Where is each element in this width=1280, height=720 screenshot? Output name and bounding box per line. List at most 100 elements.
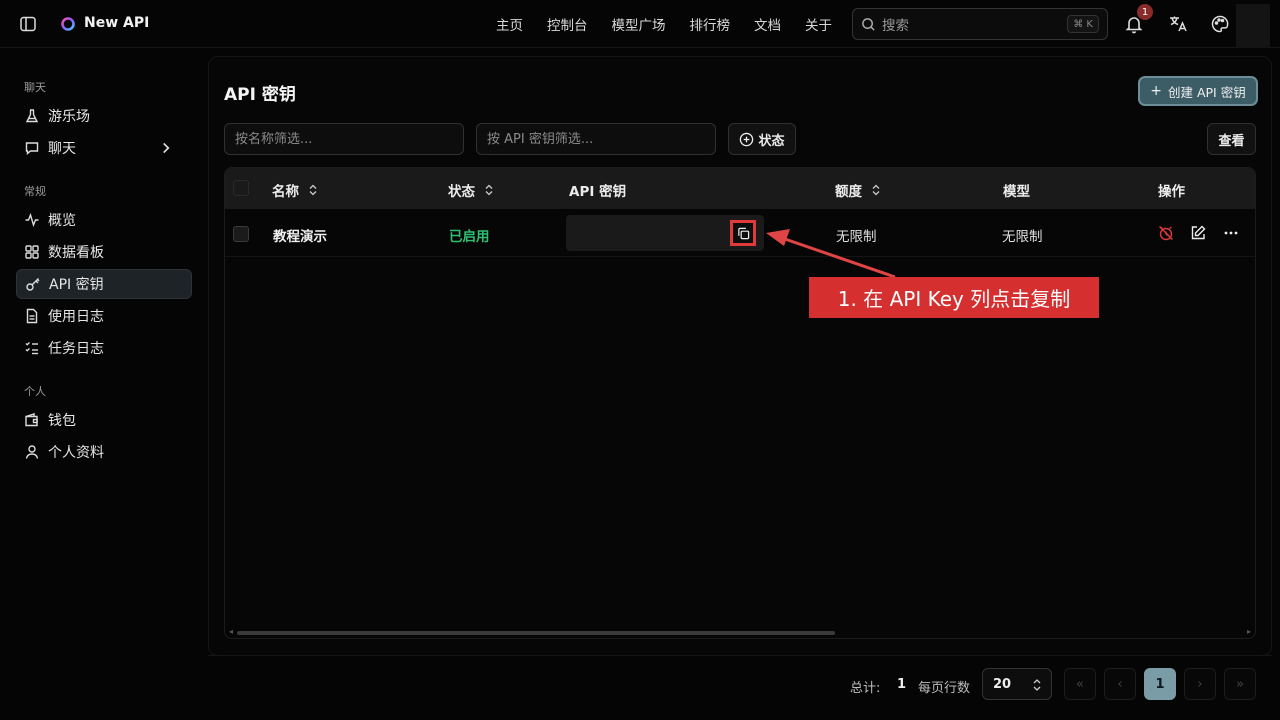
more-icon[interactable] [1222,224,1240,242]
select-all-checkbox[interactable] [233,180,249,196]
double-chevron-left-icon: « [1076,676,1084,692]
next-page-button[interactable]: › [1184,668,1216,700]
filter-key-input[interactable] [476,123,716,155]
table-row: 教程演示 已启用 无限制 无限制 [225,209,1255,257]
total-count: 1 [897,677,907,692]
column-models-label: 模型 [1003,184,1030,200]
sidebar-item-label: 钱包 [48,413,76,429]
sidebar-item-profile[interactable]: 个人资料 [16,437,192,467]
sidebar-item-label: 游乐场 [48,109,90,125]
table-header: 名称 状态 API 密钥 额度 模型 操作 [225,168,1255,209]
brand-name[interactable]: New API [84,15,149,31]
nav-console[interactable]: 控制台 [547,14,588,34]
sidebar-item-chat[interactable]: 聊天 [16,133,192,163]
sort-icon [485,184,493,196]
per-page-value: 20 [993,676,1012,692]
search-input[interactable]: 搜索 ⌘ K [852,8,1108,40]
annotation-callout: 1. 在 API Key 列点击复制 [809,277,1099,318]
row-name: 教程演示 [273,229,327,245]
search-placeholder: 搜索 [882,18,909,34]
column-name[interactable]: 名称 [272,180,319,200]
search-icon [862,17,875,31]
view-button[interactable]: 查看 [1207,123,1256,155]
sort-icon [872,184,880,196]
wallet-icon [25,413,38,427]
chevron-updown-icon [1033,679,1041,691]
per-page-label: 每页行数 [918,681,971,696]
avatar[interactable] [1236,4,1270,48]
main-nav: 主页 控制台 模型广场 排行榜 文档 关于 [484,0,844,48]
sidebar-section-personal: 个人 [24,385,46,398]
sort-icon [309,184,317,196]
chat-icon [25,142,39,155]
plus-icon: + [1150,83,1162,99]
sidebar: 聊天 游乐场 聊天 常规 概览 数据看板 API 密钥 使用日志 任务日志 个人… [0,48,200,720]
row-status: 已启用 [449,229,490,245]
create-api-key-button[interactable]: + 创建 API 密钥 [1138,76,1258,106]
edit-icon[interactable] [1189,224,1207,242]
column-api-key: API 密钥 [569,180,626,200]
sidebar-item-playground[interactable]: 游乐场 [16,101,192,131]
create-api-key-label: 创建 API 密钥 [1168,84,1246,100]
footer-divider [208,655,1272,656]
translate-icon[interactable] [1168,14,1188,34]
column-status[interactable]: 状态 [448,180,495,200]
column-status-label: 状态 [448,184,475,200]
nav-about[interactable]: 关于 [805,14,832,34]
scroll-right-icon[interactable]: ▸ [1247,627,1251,636]
disable-alarm-icon[interactable] [1157,224,1175,242]
double-chevron-right-icon: » [1236,676,1244,692]
top-bar: New API 主页 控制台 模型广场 排行榜 文档 关于 搜索 ⌘ K 1 [0,0,1280,48]
column-actions-label: 操作 [1158,184,1185,200]
page-button-current[interactable]: 1 [1144,668,1176,700]
first-page-button[interactable]: « [1064,668,1096,700]
sidebar-item-label: 聊天 [48,141,76,157]
nav-home[interactable]: 主页 [496,14,523,34]
column-api-key-label: API 密钥 [569,184,627,200]
nav-model-market[interactable]: 模型广场 [612,14,666,34]
page-title: API 密钥 [224,85,296,105]
sidebar-item-api-keys[interactable]: API 密钥 [16,269,192,299]
chevron-right-icon: › [1197,676,1203,692]
api-keys-table: 名称 状态 API 密钥 额度 模型 操作 教程演示 已启用 无限制 无限制 ◂… [224,167,1256,639]
filter-name-input[interactable] [224,123,464,155]
row-quota: 无限制 [836,229,877,245]
last-page-button[interactable]: » [1224,668,1256,700]
sidebar-section-chat: 聊天 [24,81,46,94]
nav-docs[interactable]: 文档 [754,14,781,34]
status-filter-label: 状态 [758,133,785,149]
copy-key-button[interactable] [730,220,756,246]
sidebar-toggle-icon[interactable] [19,15,37,33]
nav-leaderboard[interactable]: 排行榜 [690,14,731,34]
horizontal-scrollbar[interactable] [237,631,835,635]
dashboard-icon [25,245,39,259]
sidebar-section-general: 常规 [24,185,46,198]
prev-page-button[interactable]: ‹ [1104,668,1136,700]
sidebar-item-label: 数据看板 [48,245,104,261]
sidebar-item-overview[interactable]: 概览 [16,205,192,235]
sidebar-item-task-logs[interactable]: 任务日志 [16,333,192,363]
sidebar-item-usage-logs[interactable]: 使用日志 [16,301,192,331]
tasks-icon [25,341,38,355]
activity-icon [25,212,39,228]
column-models: 模型 [1003,180,1030,200]
per-page-select[interactable]: 20 [982,668,1052,700]
chevron-left-icon: ‹ [1117,676,1123,692]
key-icon [26,278,40,291]
sidebar-item-dashboard[interactable]: 数据看板 [16,237,192,267]
column-name-label: 名称 [272,184,299,200]
scroll-left-icon[interactable]: ◂ [229,627,233,636]
flask-icon [25,109,39,123]
column-quota-label: 额度 [835,184,862,200]
chevron-right-icon [163,142,170,154]
palette-icon[interactable] [1210,14,1230,34]
notification-badge: 1 [1137,4,1153,20]
column-quota[interactable]: 额度 [835,180,882,200]
sidebar-item-label: API 密钥 [49,277,104,293]
sidebar-item-label: 使用日志 [48,309,104,325]
sidebar-item-label: 概览 [48,213,76,229]
row-checkbox[interactable] [233,226,249,242]
status-filter-button[interactable]: 状态 [728,123,796,155]
logo-icon[interactable] [60,16,76,32]
sidebar-item-wallet[interactable]: 钱包 [16,405,192,435]
